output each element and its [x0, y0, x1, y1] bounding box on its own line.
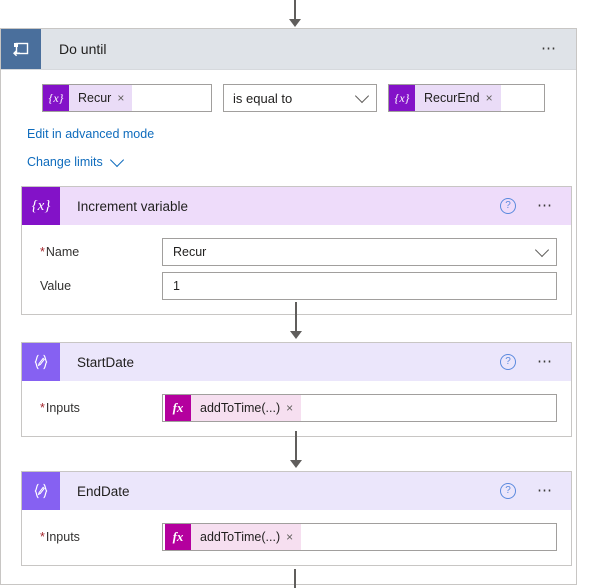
action-card-enddate[interactable]: EndDate ? ⋯ *Inputs fx addToTime(...) × [21, 471, 572, 566]
field-row-value: Value 1 [22, 271, 571, 301]
value-text: 1 [173, 279, 180, 293]
advanced-mode-row: Edit in advanced mode [1, 126, 576, 141]
function-token-icon: fx [165, 395, 191, 421]
change-limits-row: Change limits [1, 152, 576, 169]
connector-stem [294, 0, 296, 20]
connector-arrowhead [290, 331, 302, 339]
variable-token-label: RecurEnd [424, 91, 480, 105]
connector-startdate-to-enddate [284, 431, 308, 468]
action-header-controls: ? ⋯ [500, 198, 554, 214]
variable-icon: {x} [22, 187, 60, 225]
condition-operator-dropdown[interactable]: is equal to [223, 84, 377, 112]
variable-token-icon: {x} [43, 85, 69, 111]
condition-left-input[interactable]: {x} Recur × [42, 84, 212, 112]
compose-icon [22, 343, 60, 381]
action-header-controls: ? ⋯ [500, 354, 554, 370]
field-label-value: Value [40, 279, 72, 293]
close-icon[interactable]: × [286, 530, 301, 544]
required-asterisk: * [40, 530, 45, 544]
help-icon[interactable]: ? [500, 354, 516, 370]
required-asterisk: * [40, 245, 45, 259]
chevron-down-icon [109, 152, 124, 168]
action-body: *Name Recur Value 1 [22, 225, 571, 314]
close-icon[interactable]: × [286, 401, 301, 415]
action-body: *Inputs fx addToTime(...) × [22, 381, 571, 436]
field-label-name: *Name [40, 245, 162, 259]
condition-row: {x} Recur × is equal to {x} RecurEnd × [1, 84, 576, 112]
action-header[interactable]: EndDate ? ⋯ [22, 472, 571, 510]
action-header[interactable]: {x} Increment variable ? ⋯ [22, 187, 571, 225]
chevron-down-icon [534, 242, 550, 258]
variable-token-recurend[interactable]: {x} RecurEnd × [389, 85, 501, 111]
variable-token-recur[interactable]: {x} Recur × [43, 85, 133, 111]
inputs-field[interactable]: fx addToTime(...) × [162, 394, 557, 422]
field-label-text: Name [45, 245, 80, 259]
help-icon[interactable]: ? [500, 483, 516, 499]
variable-icon-glyph: {x} [31, 197, 51, 214]
edit-advanced-mode-link[interactable]: Edit in advanced mode [27, 127, 154, 141]
field-label-inputs: *Inputs [40, 530, 162, 544]
function-token-icon: fx [165, 524, 191, 550]
action-card-increment-variable[interactable]: {x} Increment variable ? ⋯ *Name Recur V… [21, 186, 572, 315]
action-header-controls: ? ⋯ [500, 483, 554, 499]
name-value: Recur [173, 245, 207, 259]
connector-top [283, 0, 307, 27]
do-until-body: {x} Recur × is equal to {x} RecurEnd × E… [1, 70, 576, 584]
field-row-name: *Name Recur [22, 237, 571, 267]
close-icon[interactable]: × [117, 91, 132, 105]
action-menu-ellipsis-icon[interactable]: ⋯ [537, 483, 554, 498]
do-until-title: Do until [59, 41, 107, 57]
connector-stem [295, 302, 297, 332]
field-label-text: Inputs [45, 401, 80, 415]
help-icon[interactable]: ? [500, 198, 516, 214]
action-title: StartDate [77, 354, 135, 370]
action-card-startdate[interactable]: StartDate ? ⋯ *Inputs fx addToTime(...) … [21, 342, 572, 437]
connector-bottom [283, 569, 307, 588]
field-label-inputs: *Inputs [40, 401, 162, 415]
do-until-menu-ellipsis-icon[interactable]: ⋯ [541, 41, 558, 56]
field-label-text: Inputs [45, 530, 80, 544]
do-until-actions-container: {x} Increment variable ? ⋯ *Name Recur V… [1, 186, 576, 584]
do-until-card[interactable]: Do until ⋯ {x} Recur × is equal to {x} R… [0, 28, 577, 585]
action-body: *Inputs fx addToTime(...) × [22, 510, 571, 565]
do-until-header[interactable]: Do until ⋯ [1, 29, 576, 70]
inputs-field[interactable]: fx addToTime(...) × [162, 523, 557, 551]
compose-icon [22, 472, 60, 510]
variable-token-icon: {x} [389, 85, 415, 111]
connector-increment-to-startdate [284, 302, 308, 339]
name-dropdown[interactable]: Recur [162, 238, 557, 266]
connector-stem [294, 569, 296, 588]
required-asterisk: * [40, 401, 45, 415]
connector-arrowhead [290, 460, 302, 468]
action-menu-ellipsis-icon[interactable]: ⋯ [537, 198, 554, 213]
change-limits-link[interactable]: Change limits [27, 152, 124, 169]
close-icon[interactable]: × [486, 91, 501, 105]
field-row-inputs: *Inputs fx addToTime(...) × [22, 393, 571, 423]
field-row-inputs: *Inputs fx addToTime(...) × [22, 522, 571, 552]
condition-operator-value: is equal to [233, 90, 293, 106]
function-token-addtotime[interactable]: fx addToTime(...) × [165, 395, 302, 421]
action-title: EndDate [77, 483, 130, 499]
connector-arrowhead [289, 19, 301, 27]
function-token-label: addToTime(...) [200, 401, 281, 415]
loop-icon [1, 29, 41, 69]
function-token-addtotime[interactable]: fx addToTime(...) × [165, 524, 302, 550]
chevron-down-icon [354, 88, 370, 104]
function-token-label: addToTime(...) [200, 530, 281, 544]
value-input[interactable]: 1 [162, 272, 557, 300]
connector-stem [295, 431, 297, 461]
action-header[interactable]: StartDate ? ⋯ [22, 343, 571, 381]
condition-right-input[interactable]: {x} RecurEnd × [388, 84, 545, 112]
variable-token-label: Recur [78, 91, 112, 105]
action-menu-ellipsis-icon[interactable]: ⋯ [537, 354, 554, 369]
change-limits-label: Change limits [27, 155, 103, 169]
action-title: Increment variable [77, 198, 189, 214]
